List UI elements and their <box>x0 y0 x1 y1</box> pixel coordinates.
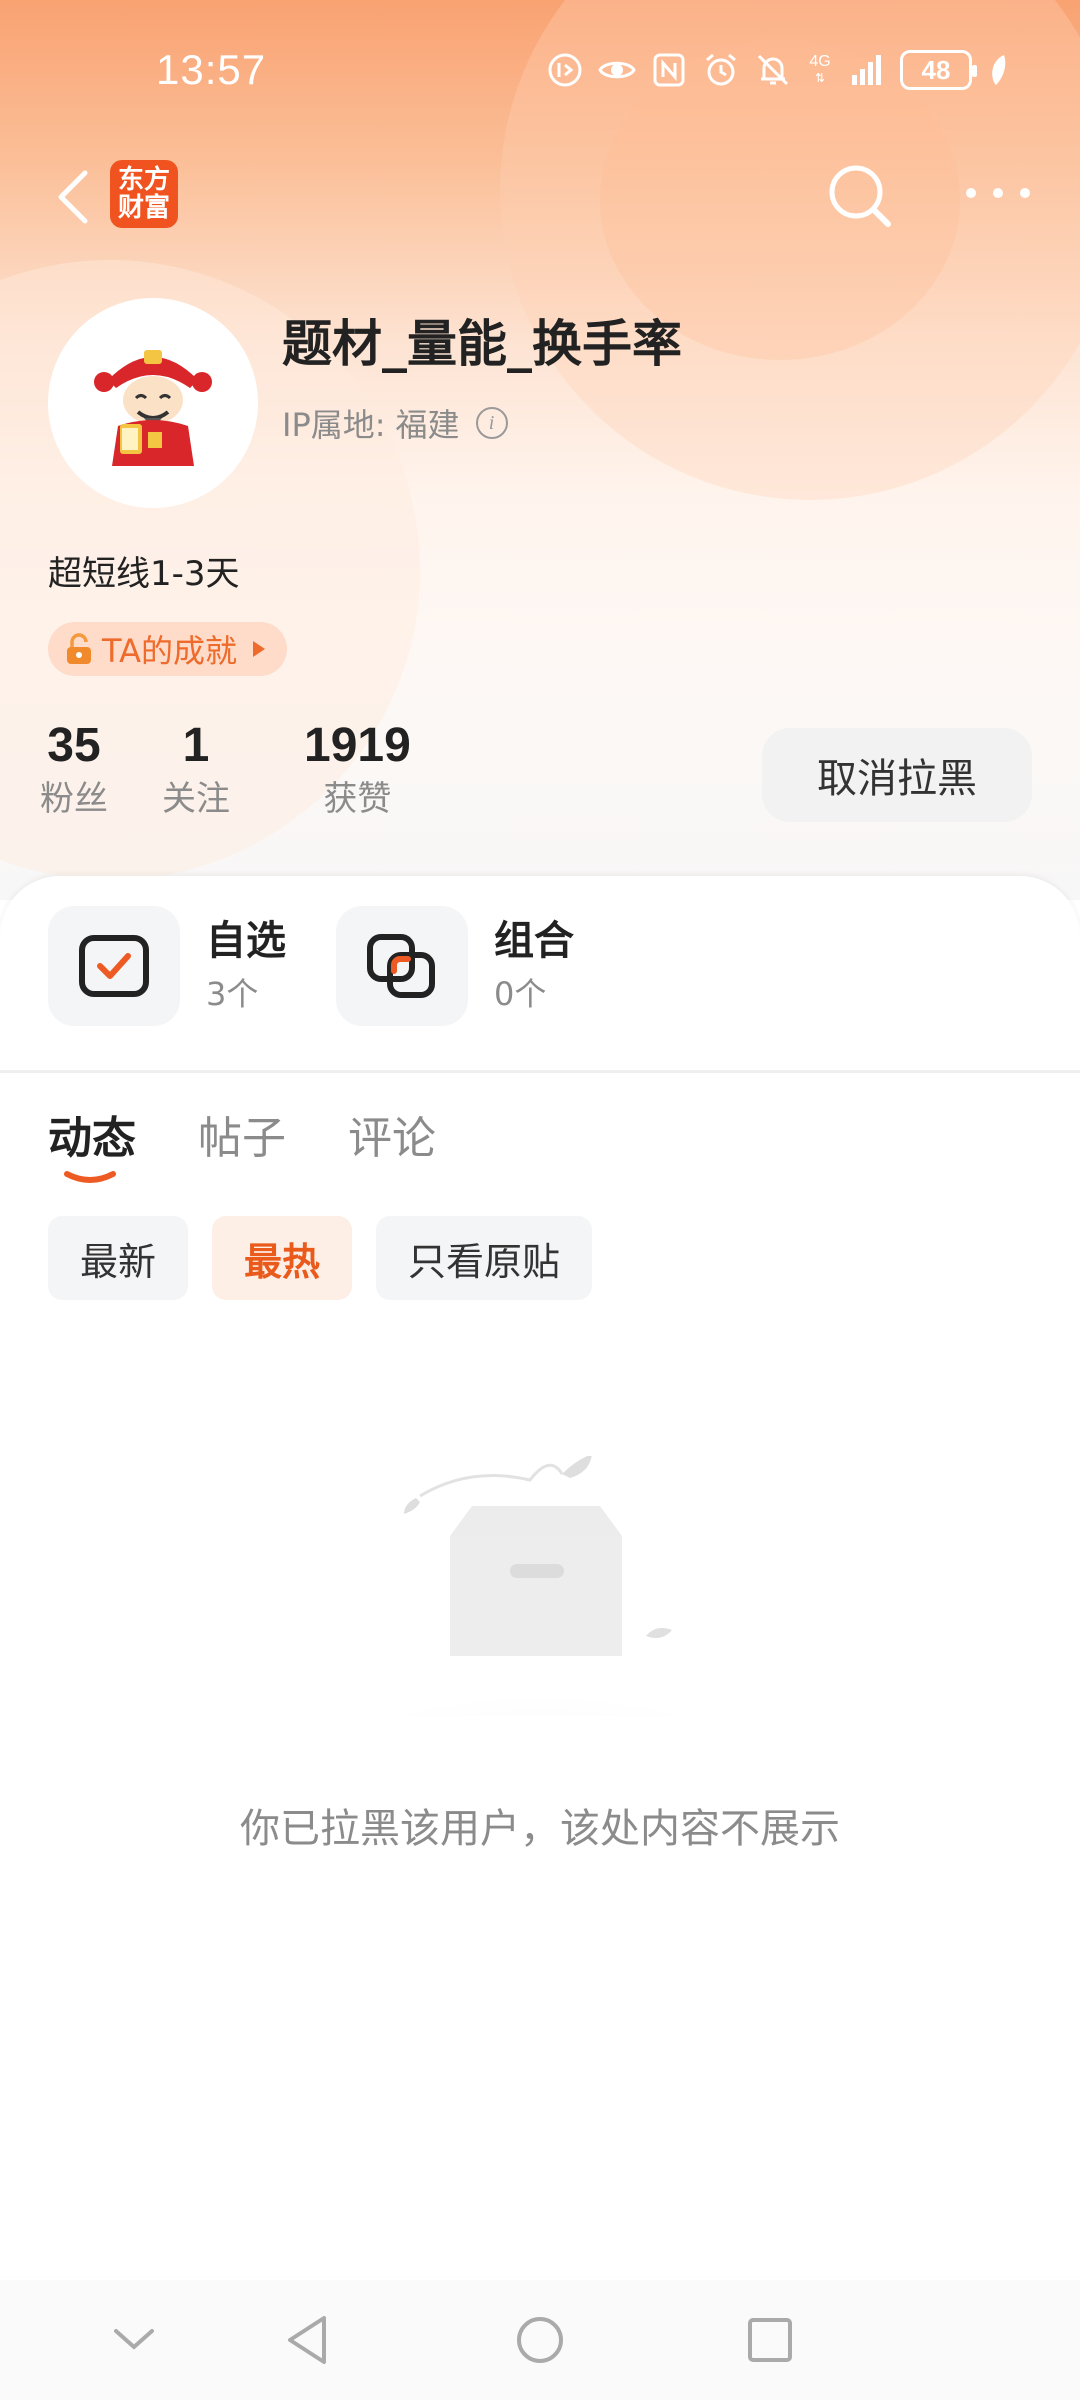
tab-activity[interactable]: 动态 <box>48 1102 136 1166</box>
filter-latest[interactable]: 最新 <box>48 1216 189 1300</box>
eye-icon <box>598 51 636 89</box>
leaf-icon <box>986 51 1010 89</box>
tab-posts[interactable]: 帖子 <box>198 1102 286 1166</box>
network-type-icon: 4G ⇅ <box>809 53 831 86</box>
chevron-left-icon <box>58 170 88 224</box>
content-card: 自选 3个 组合 0个 动态 帖子 评论 最新 最热 只看原贴 你已拉黑该用户，… <box>0 876 1080 2276</box>
back-button[interactable] <box>44 162 100 232</box>
tab-comments[interactable]: 评论 <box>348 1102 436 1166</box>
stat-value: 1919 <box>304 719 411 772</box>
signal-icon <box>848 51 886 89</box>
circle-home-icon <box>517 2317 563 2363</box>
data-saver-icon <box>546 51 584 89</box>
empty-box-illustration <box>310 1456 770 1716</box>
triangle-back-icon <box>288 2316 326 2364</box>
ip-location: IP属地: 福建 i <box>282 400 508 446</box>
portfolio-combo-entry[interactable]: 组合 0个 <box>336 906 574 1026</box>
active-tab-indicator <box>64 1171 116 1183</box>
watchlist-entry[interactable]: 自选 3个 <box>48 906 286 1026</box>
achievements-button[interactable]: TA的成就 <box>48 622 287 676</box>
stat-label: 粉丝 <box>40 779 108 819</box>
watchlist-icon <box>48 906 180 1026</box>
dot-icon <box>993 188 1003 198</box>
nfc-icon <box>650 51 688 89</box>
dot-icon <box>966 188 976 198</box>
stat-followers[interactable]: 35 粉丝 <box>40 716 108 822</box>
stat-following[interactable]: 1 关注 <box>162 716 230 822</box>
profile-stats: 35 粉丝 1 关注 1919 获赞 <box>40 716 471 822</box>
status-icons: 4G ⇅ 48 <box>546 50 1010 90</box>
ip-label: IP属地: <box>282 406 386 444</box>
top-nav: 东方 财富 <box>0 150 1080 240</box>
achievements-label: TA的成就 <box>102 632 237 670</box>
system-navigation-bar <box>0 2280 1080 2400</box>
more-options-button[interactable] <box>966 168 1030 218</box>
stat-value: 35 <box>47 719 101 772</box>
filter-hottest[interactable]: 最热 <box>212 1216 353 1300</box>
chevron-down-icon <box>114 2329 154 2350</box>
sort-filters: 最新 最热 只看原贴 <box>48 1216 593 1300</box>
ip-value: 福建 <box>395 406 460 444</box>
bio: 超短线1-3天 <box>48 554 240 594</box>
caret-right-icon <box>252 641 265 657</box>
avatar[interactable] <box>48 298 258 508</box>
info-icon[interactable]: i <box>475 407 508 439</box>
lock-icon <box>67 633 91 664</box>
divider <box>0 1070 1080 1073</box>
square-recents-icon <box>748 2318 792 2362</box>
status-bar: 13:57 4G ⇅ 48 <box>0 0 1080 140</box>
filter-original-only[interactable]: 只看原贴 <box>376 1216 593 1300</box>
watchlist-title: 自选 <box>206 918 286 964</box>
portfolio-combo-icon <box>336 906 468 1026</box>
stat-likes[interactable]: 1919 获赞 <box>304 716 411 822</box>
dot-icon <box>1020 188 1030 198</box>
username: 题材_量能_换手率 <box>282 315 682 373</box>
system-back-button[interactable] <box>278 2310 338 2370</box>
system-recents-button[interactable] <box>740 2310 800 2370</box>
content-tabs: 动态 帖子 评论 <box>48 1102 436 1166</box>
status-time: 13:57 <box>156 46 267 93</box>
alarm-icon <box>702 51 740 89</box>
app-logo: 东方 财富 <box>110 160 178 228</box>
portfolio-combo-count: 0个 <box>494 975 547 1013</box>
battery-indicator: 48 <box>900 50 977 90</box>
search-button[interactable] <box>822 158 898 234</box>
hide-keyboard-button[interactable] <box>104 2310 164 2370</box>
watchlist-count: 3个 <box>206 975 259 1013</box>
search-icon <box>829 165 891 227</box>
system-home-button[interactable] <box>510 2310 570 2370</box>
avatar-god-of-wealth-icon <box>94 350 212 466</box>
unblock-button[interactable]: 取消拉黑 <box>762 728 1032 822</box>
mute-icon <box>754 51 792 89</box>
empty-state-message: 你已拉黑该用户，该处内容不展示 <box>240 1806 840 1852</box>
stat-label: 关注 <box>162 779 230 819</box>
stat-value: 1 <box>182 719 210 772</box>
stat-label: 获赞 <box>323 779 392 819</box>
portfolio-combo-title: 组合 <box>494 918 574 964</box>
